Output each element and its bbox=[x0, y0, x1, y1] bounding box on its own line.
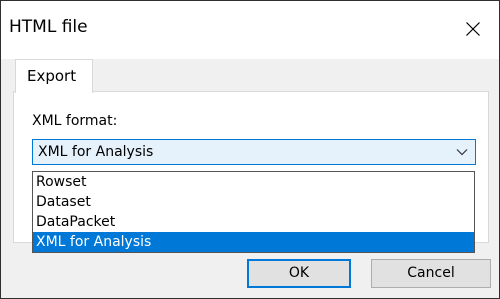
cancel-button[interactable]: Cancel bbox=[371, 259, 491, 288]
xml-format-label: XML format: bbox=[32, 113, 118, 129]
xml-format-dropdown-list: Rowset Dataset DataPacket XML for Analys… bbox=[32, 171, 475, 253]
dropdown-option-rowset[interactable]: Rowset bbox=[33, 172, 474, 192]
tab-export[interactable]: Export bbox=[15, 59, 93, 93]
xml-format-select[interactable]: XML for Analysis bbox=[32, 139, 476, 165]
html-file-dialog: HTML file Export XML format: XML for Ana… bbox=[0, 0, 500, 299]
ok-button[interactable]: OK bbox=[247, 259, 351, 288]
xml-format-selected-value: XML for Analysis bbox=[38, 144, 154, 160]
dropdown-option-dataset[interactable]: Dataset bbox=[33, 192, 474, 212]
close-button[interactable] bbox=[453, 9, 493, 49]
window-title: HTML file bbox=[9, 17, 88, 37]
chevron-down-icon[interactable] bbox=[456, 146, 468, 158]
tab-export-label: Export bbox=[27, 67, 77, 85]
dropdown-option-xml-for-analysis[interactable]: XML for Analysis bbox=[33, 232, 474, 252]
dropdown-option-datapacket[interactable]: DataPacket bbox=[33, 212, 474, 232]
close-icon bbox=[466, 22, 480, 36]
title-bar: HTML file bbox=[1, 1, 499, 59]
